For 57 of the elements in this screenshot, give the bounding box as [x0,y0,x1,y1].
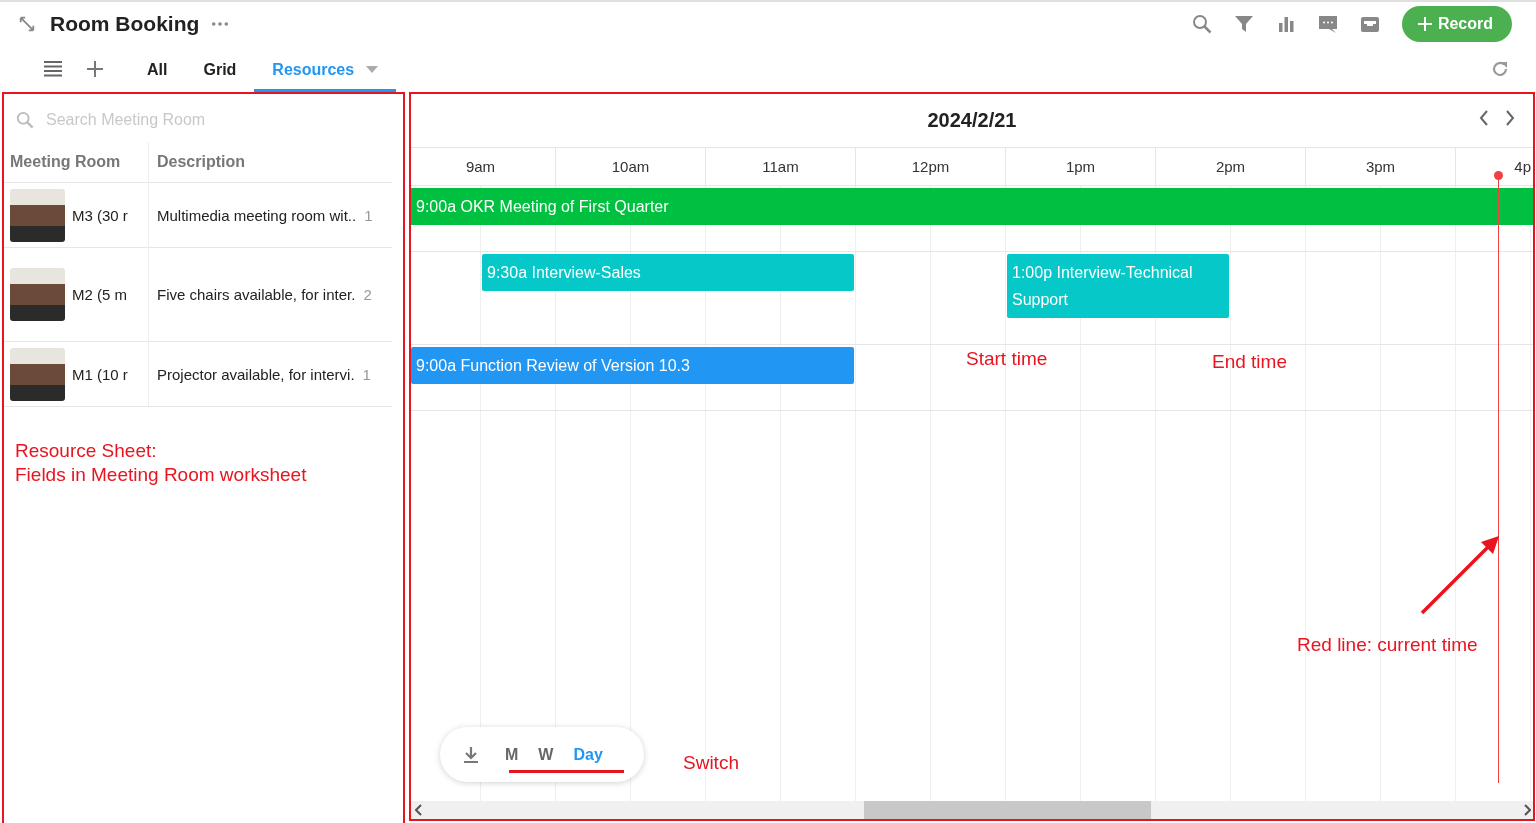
photo-placeholder [10,347,65,401]
room-name: M3 (30 r [72,206,128,224]
caret-icon[interactable] [366,66,379,74]
horizontal-scrollbar[interactable] [411,801,1533,819]
annotation-text: Resource Sheet: [15,440,157,462]
room-count: 2 [363,286,372,303]
hour-label: 12pm [911,158,950,175]
hour-label: 3pm [1365,158,1396,175]
chevron-left-icon[interactable] [1479,110,1489,126]
hour-label: 10am [611,158,650,175]
annotation-text: Fields in Meeting Room worksheet [15,464,307,486]
hour-label: 4p [1514,158,1531,175]
room-description: Five chairs available, for inter. [156,286,356,303]
column-header: Meeting Room [4,142,149,183]
search-icon [16,111,34,129]
room-description: Multimedia meeting room wit.. [156,206,357,224]
annotation-text: End time [1212,351,1287,373]
record-button[interactable]: Record [1401,5,1512,42]
search-icon[interactable] [1191,13,1212,34]
photo-placeholder [10,188,65,242]
room-count: 1 [362,365,371,383]
view-tab[interactable]: Resources [254,45,397,92]
calendar-event[interactable]: 9:30a Interview-Sales [482,254,854,291]
hour-label: 11am [762,158,799,175]
view-tab[interactable]: Grid [185,45,255,92]
hour-label: 1pm [1065,158,1096,175]
calendar-event[interactable]: 9:00a Function Review of Version 10.3 [411,347,854,384]
room-name: M1 (10 r [72,365,128,383]
annotation-text: Start time [966,348,1048,370]
annotation-text: Red line: current time [1297,634,1478,656]
scroll-left-icon[interactable] [415,804,423,816]
app-title: Room Booking [50,11,200,36]
room-description: Projector available, for intervi. [156,365,355,383]
photo-placeholder [10,268,65,321]
calendar-date: 2024/2/21 [927,109,1017,132]
calendar-event[interactable]: 1:00p Interview-Technical Support [1007,254,1229,318]
comment-icon[interactable] [1317,13,1338,34]
room-name: M2 (5 m [72,286,127,303]
room-count: 1 [364,206,373,224]
chevron-right-icon[interactable] [1505,110,1515,126]
plus-icon [1417,16,1432,31]
view-tab[interactable]: All [129,45,186,92]
column-header: Description [148,142,392,183]
hour-label: 2pm [1215,158,1246,175]
annotation-text: Switch [683,752,739,774]
view-option[interactable]: W [528,745,564,764]
list-icon[interactable] [43,58,63,79]
view-option[interactable]: M [495,745,529,764]
scrollbar-thumb[interactable] [864,801,1151,819]
resize-icon[interactable] [18,14,36,33]
scroll-right-icon[interactable] [1523,804,1531,816]
filter-icon[interactable] [1233,13,1254,34]
view-option[interactable]: Day [563,745,613,764]
calendar-event[interactable]: 9:00a OKR Meeting of First Quarter [411,188,1533,225]
add-icon[interactable] [85,58,105,79]
download-icon[interactable] [463,745,479,764]
hour-label: 9am [465,158,496,175]
